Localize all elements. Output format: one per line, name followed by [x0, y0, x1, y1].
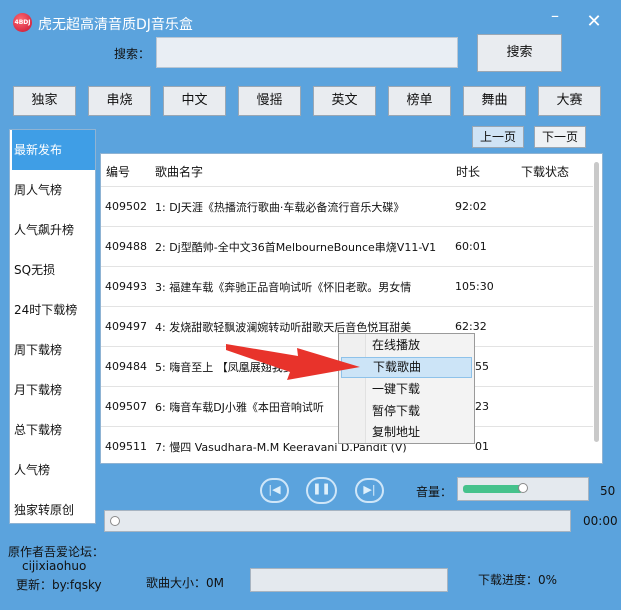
row-num: 409502: [105, 200, 147, 213]
sidebar-item-weekly-popular[interactable]: 周人气榜: [12, 170, 95, 210]
category-button-dasai[interactable]: 大赛: [538, 86, 601, 116]
search-label: 搜索：: [114, 47, 151, 61]
download-progress-bar: [250, 568, 448, 592]
row-duration: 62:32: [455, 320, 487, 333]
category-button-yingwen[interactable]: 英文: [313, 86, 376, 116]
row-num: 409497: [105, 320, 147, 333]
menu-item-download-song[interactable]: 下载歌曲: [341, 357, 472, 378]
prev-page-button[interactable]: 上一页: [472, 126, 524, 148]
volume-knob[interactable]: [518, 483, 528, 493]
window-title: 虎无超高清音质DJ音乐盒: [38, 17, 193, 33]
author-label: 原作者吾爱论坛：: [8, 545, 105, 559]
category-button-manyao[interactable]: 慢摇: [238, 86, 301, 116]
close-icon[interactable]: ✕: [584, 12, 604, 32]
volume-value: 50: [600, 484, 616, 498]
playback-progress-slider[interactable]: [104, 510, 571, 532]
title-bar[interactable]: 4BDJ 虎无超高清音质DJ音乐盒 – ✕: [0, 0, 621, 33]
menu-item-copy-address[interactable]: 复制地址: [341, 422, 472, 443]
volume-fill: [463, 485, 523, 493]
previous-track-icon[interactable]: |◀: [260, 478, 289, 503]
header-duration: 时长: [456, 165, 481, 179]
table-row[interactable]: 409502 1: DJ天涯《热播流行歌曲·车载必备流行音乐大碟》 92:02: [101, 186, 593, 227]
app-window: 4BDJ 虎无超高清音质DJ音乐盒 – ✕ 搜索： 搜索 独家 串烧 中文 慢摇…: [0, 0, 621, 610]
song-size: 歌曲大小：0M: [146, 576, 224, 590]
row-num: 409488: [105, 240, 147, 253]
row-duration: 23: [475, 400, 489, 413]
row-name: 3: 福建车载《奔驰正品音响试听《怀旧老歌。男女情: [155, 281, 412, 294]
playback-time: 00:00: [583, 514, 618, 528]
sidebar-item-rising[interactable]: 人气飙升榜: [12, 210, 95, 250]
row-name: 2: Dj型酷帅-全中文36首MelbourneBounce串烧V11-V1: [155, 241, 437, 254]
row-duration: 01: [475, 440, 489, 453]
header-num: 编号: [106, 165, 131, 179]
app-logo: 4BDJ: [13, 13, 32, 32]
row-num: 409507: [105, 400, 147, 413]
category-button-chuanshao[interactable]: 串烧: [88, 86, 151, 116]
table-row[interactable]: 409493 3: 福建车载《奔驰正品音响试听《怀旧老歌。男女情 105:30: [101, 266, 593, 307]
sidebar-item-popular[interactable]: 人气榜: [12, 450, 95, 490]
row-duration: 55: [475, 360, 489, 373]
update-info: 更新：by:fqsky: [16, 578, 102, 592]
pause-icon[interactable]: ❚❚: [306, 477, 337, 504]
table-row[interactable]: 409488 2: Dj型酷帅-全中文36首MelbourneBounce串烧V…: [101, 226, 593, 267]
row-num: 409493: [105, 280, 147, 293]
header-status: 下载状态: [521, 165, 570, 179]
row-duration: 60:01: [455, 240, 487, 253]
context-menu: 在线播放 下载歌曲 一键下载 暂停下载 复制地址: [338, 333, 475, 444]
table-header: 编号 歌曲名字 时长 下载状态: [101, 154, 602, 187]
menu-item-play-online[interactable]: 在线播放: [341, 335, 472, 356]
sidebar-item-exclusive-original[interactable]: 独家转原创: [12, 490, 95, 530]
menu-item-one-click-download[interactable]: 一键下载: [341, 379, 472, 400]
menu-item-pause-download[interactable]: 暂停下载: [341, 401, 472, 422]
sidebar-item-sq-lossless[interactable]: SQ无损: [12, 250, 95, 290]
author-name: cijixiaohuo: [22, 559, 87, 573]
row-num: 409484: [105, 360, 147, 373]
category-button-dujia[interactable]: 独家: [13, 86, 76, 116]
row-name: 1: DJ天涯《热播流行歌曲·车载必备流行音乐大碟》: [155, 201, 405, 214]
next-track-icon[interactable]: ▶|: [355, 478, 384, 503]
table-scrollbar[interactable]: [594, 162, 599, 442]
next-page-button[interactable]: 下一页: [534, 126, 586, 148]
progress-knob[interactable]: [110, 516, 120, 526]
minimize-icon[interactable]: –: [547, 8, 563, 24]
row-duration: 92:02: [455, 200, 487, 213]
search-button[interactable]: 搜索: [477, 34, 562, 72]
sidebar-item-weekly-downloads[interactable]: 周下载榜: [12, 330, 95, 370]
category-button-zhongwen[interactable]: 中文: [163, 86, 226, 116]
sidebar-item-total-downloads[interactable]: 总下载榜: [12, 410, 95, 450]
category-button-bangdan[interactable]: 榜单: [388, 86, 451, 116]
sidebar-item-latest[interactable]: 最新发布: [12, 130, 95, 170]
row-duration: 105:30: [455, 280, 494, 293]
sidebar: 最新发布 周人气榜 人气飙升榜 SQ无损 24时下载榜 周下载榜 月下载榜 总下…: [9, 129, 96, 524]
row-num: 409511: [105, 440, 147, 453]
category-button-wuqu[interactable]: 舞曲: [463, 86, 526, 116]
header-name: 歌曲名字: [155, 165, 204, 179]
volume-label: 音量：: [416, 485, 453, 499]
sidebar-item-monthly-downloads[interactable]: 月下载榜: [12, 370, 95, 410]
download-progress-text: 下载进度：0%: [478, 573, 558, 587]
sidebar-item-24h-downloads[interactable]: 24时下载榜: [12, 290, 95, 330]
search-input[interactable]: [156, 37, 458, 68]
volume-slider[interactable]: [457, 477, 589, 501]
